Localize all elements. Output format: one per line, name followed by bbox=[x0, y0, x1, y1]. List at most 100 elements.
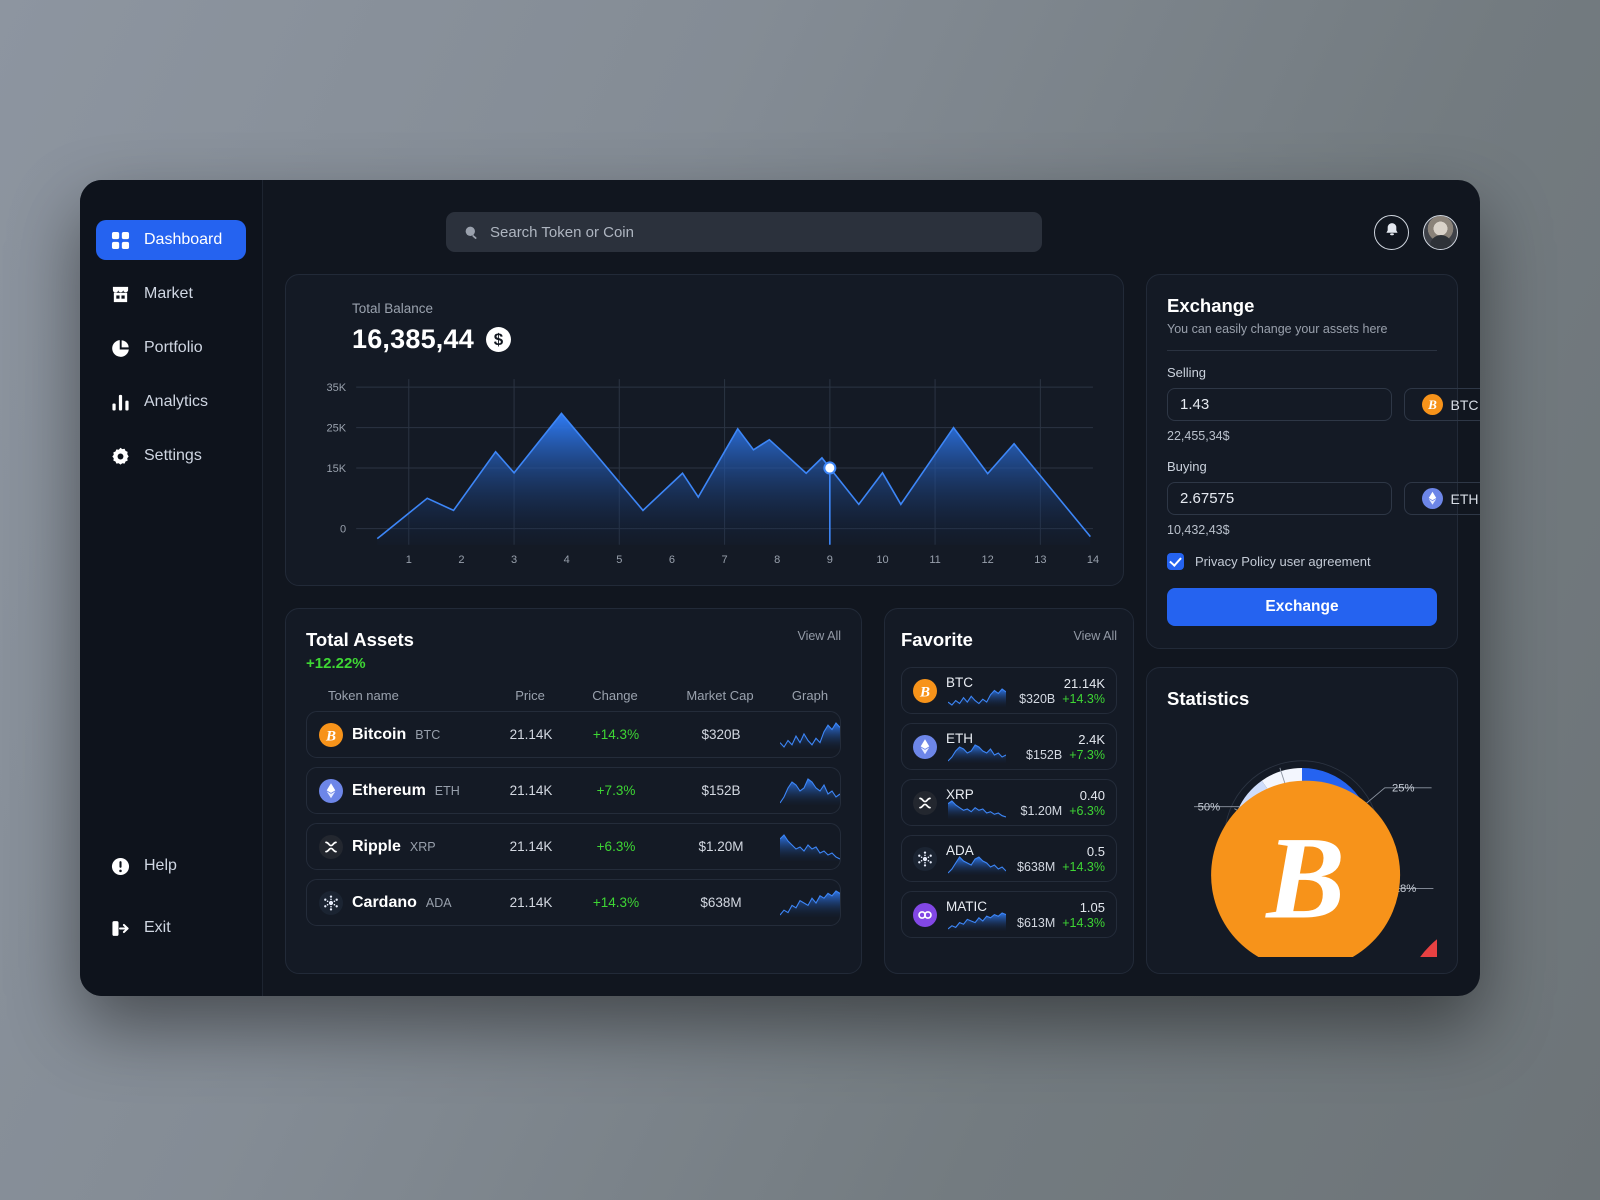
svg-text:14: 14 bbox=[1087, 554, 1099, 566]
sidebar-item-label: Exit bbox=[144, 919, 171, 936]
list-item[interactable]: B BTC 21.14K $320B +14.3% bbox=[901, 667, 1117, 714]
favorite-sub: $320B +14.3% bbox=[1019, 692, 1105, 706]
bitcoin-icon: B bbox=[913, 678, 937, 703]
svg-text:13: 13 bbox=[1034, 554, 1046, 566]
list-item[interactable]: MATIC 1.05 $613M +14.3% bbox=[901, 891, 1117, 938]
sidebar-item-portfolio[interactable]: Portfolio bbox=[96, 328, 246, 368]
table-row[interactable]: Cardano ADA 21.14K +14.3% $638M bbox=[306, 879, 841, 926]
list-item[interactable]: ADA 0.5 $638M +14.3% bbox=[901, 835, 1117, 882]
favorite-sparkline bbox=[946, 687, 1010, 707]
asset-market-cap: $152B bbox=[701, 783, 741, 798]
list-item[interactable]: ETH 2.4K $152B +7.3% bbox=[901, 723, 1117, 770]
favorite-sub: $613M +14.3% bbox=[1017, 916, 1105, 930]
polygon-icon bbox=[913, 902, 937, 927]
asset-name: Ripple bbox=[352, 837, 401, 855]
total-balance-label: Total Balance bbox=[352, 301, 434, 316]
cardano-icon bbox=[913, 846, 937, 871]
favorite-values: 0.5 $638M +14.3% bbox=[1017, 844, 1105, 874]
favorite-market-cap: $638M bbox=[1017, 859, 1056, 874]
cardano-icon bbox=[319, 890, 343, 915]
favorite-sparkline bbox=[946, 855, 1008, 875]
asset-sparkline bbox=[780, 889, 840, 917]
table-row[interactable]: Ethereum ETH 21.14K +7.3% $152B bbox=[306, 767, 841, 814]
favorite-title: Favorite bbox=[901, 629, 973, 650]
gear-icon bbox=[110, 446, 130, 466]
agreement-row: Privacy Policy user agreement bbox=[1167, 553, 1437, 570]
sidebar-item-label: Portfolio bbox=[144, 339, 203, 356]
favorite-sub: $638M +14.3% bbox=[1017, 860, 1105, 874]
ethereum-icon bbox=[1421, 488, 1443, 509]
favorite-price: 0.40 bbox=[1079, 787, 1105, 803]
search-bar[interactable] bbox=[446, 212, 1042, 252]
sidebar-item-label: Settings bbox=[144, 447, 202, 464]
asset-market-cap: $1.20M bbox=[698, 839, 744, 854]
favorite-middle: BTC bbox=[946, 675, 1010, 707]
sidebar-item-settings[interactable]: Settings bbox=[96, 436, 246, 476]
buying-row: ETH bbox=[1167, 482, 1480, 515]
svg-text:11: 11 bbox=[929, 554, 940, 566]
sidebar-item-label: Analytics bbox=[144, 393, 209, 410]
favorite-sparkline bbox=[946, 799, 1012, 819]
asset-name: Cardano bbox=[352, 893, 417, 911]
favorite-price: 1.05 bbox=[1079, 899, 1105, 915]
list-item[interactable]: XRP 0.40 $1.20M +6.3% bbox=[901, 779, 1117, 826]
notifications-button[interactable] bbox=[1374, 214, 1409, 250]
statistics-donut-chart[interactable]: 50%25%18%10% B bbox=[1167, 714, 1437, 957]
assets-table-body: B Bitcoin BTC 21.14K +14.3% $320B Ethere… bbox=[306, 711, 841, 926]
table-row[interactable]: Ripple XRP 21.14K +6.3% $1.20M bbox=[306, 823, 841, 870]
sidebar-item-market[interactable]: Market bbox=[96, 274, 246, 314]
content-area: Total Balance 16,385,44 $ 35K 25K 15K 0 … bbox=[285, 274, 1480, 974]
ethereum-icon bbox=[913, 734, 937, 759]
sidebar-item-dashboard[interactable]: Dashboard bbox=[96, 220, 246, 260]
asset-change: +7.3% bbox=[596, 783, 636, 798]
total-assets-view-all[interactable]: View All bbox=[797, 629, 841, 643]
logout-icon bbox=[110, 918, 130, 938]
svg-text:35K: 35K bbox=[327, 382, 347, 394]
selling-coin-select[interactable]: B BTC bbox=[1404, 388, 1480, 421]
page-title: Total Assets bbox=[306, 629, 414, 650]
sidebar-item-exit[interactable]: Exit bbox=[96, 908, 246, 948]
donut-label: 25% bbox=[1392, 782, 1415, 794]
favorite-sub: $1.20M +6.3% bbox=[1021, 804, 1106, 818]
sidebar-item-label: Market bbox=[144, 285, 193, 302]
asset-name: Ethereum bbox=[352, 781, 426, 799]
topbar-actions bbox=[1374, 214, 1458, 250]
privacy-policy-checkbox[interactable] bbox=[1167, 553, 1184, 570]
favorite-header: Favorite View All bbox=[901, 629, 1117, 651]
exchange-button[interactable]: Exchange bbox=[1167, 588, 1437, 626]
asset-symbol: ADA bbox=[425, 895, 452, 910]
svg-text:B: B bbox=[325, 728, 336, 744]
sidebar: Dashboard Market Portfolio Analytics Set… bbox=[80, 180, 263, 996]
svg-text:8: 8 bbox=[774, 554, 780, 566]
right-column: Exchange You can easily change your asse… bbox=[1146, 274, 1480, 974]
ethereum-icon bbox=[319, 778, 343, 803]
favorite-change: +6.3% bbox=[1069, 803, 1105, 818]
favorite-sparkline bbox=[946, 911, 1008, 931]
avatar[interactable] bbox=[1423, 214, 1458, 250]
favorite-card: Favorite View All B BTC 21.14K $320B +14… bbox=[884, 608, 1134, 974]
asset-sparkline bbox=[780, 721, 840, 749]
buying-amount-input[interactable] bbox=[1167, 482, 1392, 515]
selling-coin-label: BTC bbox=[1450, 396, 1479, 413]
selling-fiat-value: 22,455,34$ bbox=[1167, 429, 1230, 443]
total-assets-header: Total Assets +12.22% View All bbox=[306, 629, 841, 672]
favorite-view-all[interactable]: View All bbox=[1073, 629, 1117, 643]
favorite-sub: $152B +7.3% bbox=[1026, 748, 1105, 762]
sidebar-bottom-nav: Help Exit bbox=[80, 846, 262, 972]
sidebar-item-analytics[interactable]: Analytics bbox=[96, 382, 246, 422]
app-window: Dashboard Market Portfolio Analytics Set… bbox=[80, 180, 1480, 996]
bitcoin-icon: B bbox=[319, 722, 343, 747]
selling-label: Selling bbox=[1167, 365, 1207, 380]
selling-amount-input[interactable] bbox=[1167, 388, 1392, 421]
privacy-policy-label: Privacy Policy user agreement bbox=[1195, 554, 1371, 569]
svg-text:B: B bbox=[1427, 397, 1437, 412]
balance-area-chart[interactable]: 35K 25K 15K 0 1 2 3 4 5 6 7 8 9 10 11 12 13 14 bbox=[308, 369, 1101, 571]
asset-price: 21.14K bbox=[509, 839, 553, 854]
buying-coin-select[interactable]: ETH bbox=[1404, 482, 1480, 515]
favorite-change: +14.3% bbox=[1062, 915, 1105, 930]
search-input[interactable] bbox=[490, 223, 1024, 241]
table-row[interactable]: B Bitcoin BTC 21.14K +14.3% $320B bbox=[306, 711, 841, 758]
sidebar-item-help[interactable]: Help bbox=[96, 846, 246, 886]
favorite-values: 2.4K $152B +7.3% bbox=[1026, 732, 1105, 762]
asset-market-cap: $320B bbox=[701, 727, 741, 742]
